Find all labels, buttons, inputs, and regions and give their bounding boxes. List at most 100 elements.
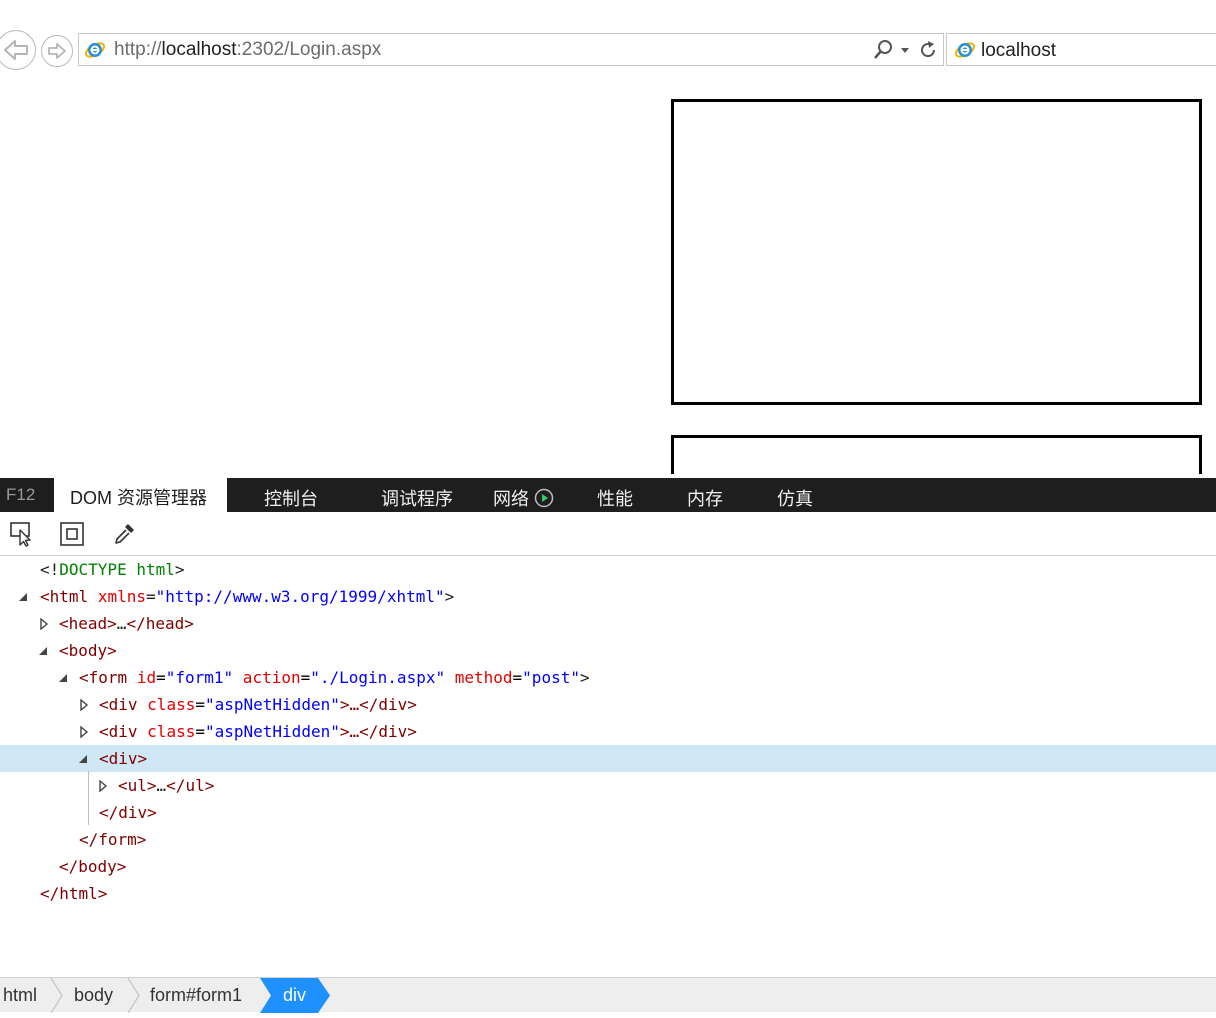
tree-node-html[interactable]: <html xmlns="http://www.w3.org/1999/xhtm… — [0, 583, 1216, 610]
tab-dom-explorer[interactable]: DOM 资源管理器 — [54, 478, 227, 512]
eyedropper-icon — [115, 524, 134, 544]
tab-label: 调试程序 — [381, 489, 453, 509]
tag-head-close: </head> — [126, 614, 194, 633]
url-path: :2302/Login.aspx — [236, 39, 382, 60]
ie-logo-icon — [84, 42, 106, 58]
collapsed-triangle-icon[interactable] — [78, 718, 90, 745]
url-scheme: http:// — [114, 39, 162, 60]
tree-node-ul[interactable]: <ul>…</ul> — [0, 772, 1216, 799]
tree-indent-guide — [88, 771, 89, 825]
tree-node-form[interactable]: <form id="form1" action="./Login.aspx" m… — [0, 664, 1216, 691]
chevron-down-icon[interactable] — [899, 39, 911, 61]
browser-chrome: http://localhost:2302/Login.aspx localho… — [0, 0, 1216, 72]
tab-network[interactable]: 网络 — [493, 485, 554, 511]
tree-node-form-close[interactable]: </form> — [0, 826, 1216, 853]
tag-html-close: </html> — [40, 884, 108, 903]
address-url[interactable]: http://localhost:2302/Login.aspx — [114, 39, 381, 61]
tab-console[interactable]: 控制台 — [264, 485, 318, 511]
tree-node-head[interactable]: <head>…</head> — [0, 610, 1216, 637]
tag-form-close: </form> — [79, 830, 147, 849]
tree-node-div-close[interactable]: </div> — [0, 799, 1216, 826]
highlight-box-button[interactable] — [58, 520, 86, 548]
devtools-f12-label: F12 — [6, 485, 36, 504]
play-icon[interactable] — [534, 488, 554, 508]
tag-body-close: </body> — [59, 857, 127, 876]
attr-name: class — [147, 722, 196, 741]
tab-label: 性能 — [597, 489, 633, 509]
tab-performance[interactable]: 性能 — [597, 485, 633, 511]
attr-value: "aspNetHidden" — [204, 722, 340, 741]
address-bar-icons — [873, 38, 939, 62]
attr-value: "http://www.w3.org/1999/xhtml" — [155, 587, 445, 606]
tree-node-hidden-div[interactable]: <div class="aspNetHidden">…</div> — [0, 691, 1216, 718]
tag-div-open: <div> — [99, 749, 148, 768]
tab-label: DOM 资源管理器 — [70, 488, 207, 508]
expanded-triangle-icon[interactable] — [37, 637, 49, 664]
search-icon[interactable] — [873, 39, 893, 61]
breadcrumb-html[interactable]: html — [3, 978, 37, 1013]
color-picker-button[interactable] — [110, 520, 138, 548]
back-button[interactable] — [0, 30, 36, 70]
tree-node-div-selected[interactable]: <div> — [0, 745, 1216, 772]
tab-debugger[interactable]: 调试程序 — [381, 485, 453, 511]
tab-label: 内存 — [687, 489, 723, 509]
collapsed-triangle-icon[interactable] — [97, 772, 109, 799]
tag-ul-close: </ul> — [166, 776, 215, 795]
breadcrumb-body[interactable]: body — [74, 978, 113, 1013]
page-viewport — [0, 72, 1216, 474]
expanded-triangle-icon[interactable] — [17, 583, 29, 610]
forward-button[interactable] — [41, 35, 73, 67]
tab-memory[interactable]: 内存 — [687, 485, 723, 511]
select-element-icon — [10, 522, 31, 547]
refresh-icon[interactable] — [917, 39, 939, 61]
tag-body-open: <body> — [59, 641, 117, 660]
breadcrumb-div-label: div — [283, 985, 307, 1005]
attr-name: class — [147, 695, 196, 714]
doctype-open: <! — [40, 560, 60, 579]
content-box-2 — [671, 435, 1202, 474]
tree-node-hidden-div[interactable]: <div class="aspNetHidden">…</div> — [0, 718, 1216, 745]
tree-node-body-close[interactable]: </body> — [0, 853, 1216, 880]
attr-value: "aspNetHidden" — [204, 695, 340, 714]
address-bar[interactable]: http://localhost:2302/Login.aspx — [78, 33, 944, 66]
select-element-button[interactable] — [8, 520, 36, 548]
tag-rest: >…</div> — [339, 722, 417, 741]
url-host: localhost — [161, 39, 237, 60]
tree-node-body[interactable]: <body> — [0, 637, 1216, 664]
tag-div-open: <div — [99, 695, 138, 714]
collapsed-triangle-icon[interactable] — [38, 610, 50, 637]
attr-name: xmlns — [97, 587, 146, 606]
doctype-close: > — [174, 560, 185, 579]
tab-label: 控制台 — [264, 489, 318, 509]
expanded-triangle-icon[interactable] — [77, 745, 89, 772]
browser-tab[interactable]: localhost — [946, 33, 1216, 66]
tab-title: localhost — [981, 40, 1056, 61]
attr-value: "form1" — [165, 668, 234, 687]
attr-name: id — [136, 668, 157, 687]
breadcrumb-form[interactable]: form#form1 — [150, 978, 242, 1013]
devtools-tab-bar: F12 DOM 资源管理器 控制台 调试程序 网络 性能 内存 仿真 — [0, 478, 1216, 512]
dom-toolbar — [0, 512, 1216, 556]
tag-close-bracket: > — [579, 668, 590, 687]
box-model-icon — [60, 522, 84, 546]
expanded-triangle-icon[interactable] — [57, 664, 69, 691]
tab-ie-logo-icon — [954, 42, 976, 58]
tag-div-close: </div> — [99, 803, 157, 822]
forward-arrow-icon — [48, 43, 66, 59]
tree-node-html-close[interactable]: </html> — [0, 880, 1216, 907]
tag-close-bracket: > — [444, 587, 455, 606]
tab-label: 仿真 — [777, 489, 813, 509]
tab-emulation[interactable]: 仿真 — [777, 485, 813, 511]
collapsed-triangle-icon[interactable] — [78, 691, 90, 718]
attr-eq: = — [145, 587, 156, 606]
breadcrumb-div-active[interactable]: div — [260, 978, 332, 1013]
tree-node-doctype[interactable]: <!DOCTYPE html> — [0, 556, 1216, 583]
doctype-keyword: DOCTYPE html — [59, 560, 175, 579]
tag-div-open: <div — [99, 722, 138, 741]
tag-html-open: <html — [40, 587, 89, 606]
tag-rest: >…</div> — [339, 695, 417, 714]
breadcrumb-separator-icon — [50, 978, 63, 1013]
tag-head-open: <head> — [59, 614, 117, 633]
content-box — [671, 99, 1202, 405]
dom-tree: <!DOCTYPE html> <html xmlns="http://www.… — [0, 556, 1216, 977]
